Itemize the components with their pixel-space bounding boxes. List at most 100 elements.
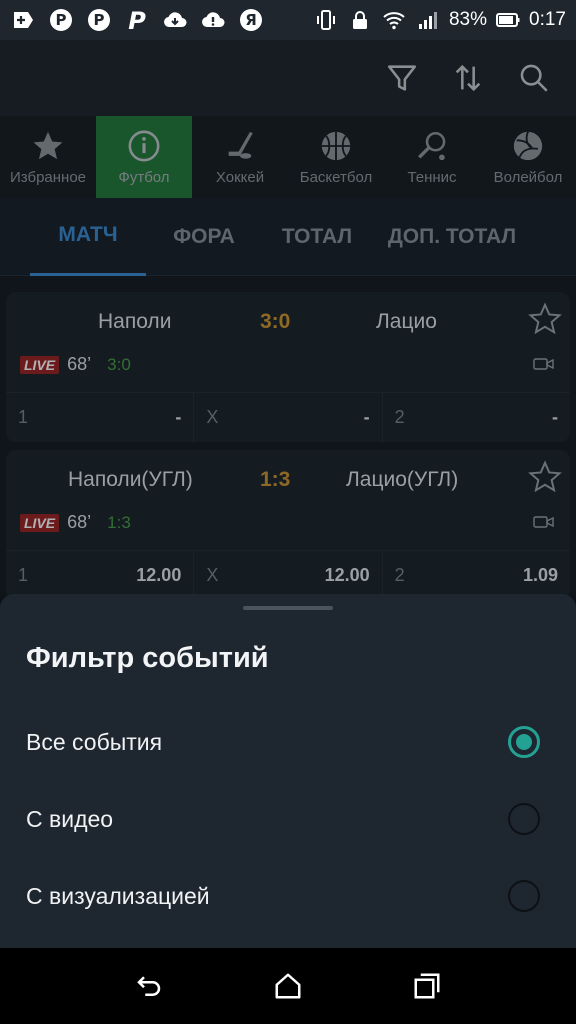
sport-tab-label: Баскетбол: [299, 168, 373, 186]
odd-value: -: [175, 407, 182, 427]
video-camera-icon[interactable]: [532, 510, 556, 534]
cloud-icon: [162, 7, 188, 33]
pinterest-icon: P: [48, 7, 74, 33]
radio-dot: [516, 734, 532, 750]
live-info: LIVE 68’ 1:3: [20, 512, 131, 533]
odd-away[interactable]: 2-: [383, 393, 570, 442]
odd-draw[interactable]: X 12.00: [194, 551, 383, 600]
odd-label: 2: [394, 565, 405, 585]
battery-percent: 83%: [448, 9, 488, 30]
system-icons: 83% 0:17: [313, 7, 566, 33]
odd-home[interactable]: 1-: [6, 393, 195, 442]
sports-tabs: Избранное Футбол Хоккей Баскетбол Теннис…: [0, 116, 576, 198]
recents-button[interactable]: [407, 966, 447, 1006]
home-button[interactable]: [268, 966, 308, 1006]
filter-button[interactable]: [382, 58, 422, 98]
search-icon: [520, 64, 548, 92]
filter-option-all[interactable]: Все события: [0, 704, 576, 780]
live-info: LIVE 68’ 3:0: [20, 354, 131, 375]
notification-icons: P P P Я: [10, 7, 264, 33]
wifi-icon: [381, 7, 407, 33]
odd-home[interactable]: 1 12.00: [6, 551, 195, 600]
system-nav-bar: [0, 948, 576, 1024]
match-minute: 68’: [67, 512, 92, 532]
tab-match[interactable]: МАТЧ: [30, 198, 146, 276]
sort-button[interactable]: [448, 58, 488, 98]
sport-tab-label: Хоккей: [215, 168, 265, 186]
sport-tab-football[interactable]: Футбол: [96, 116, 192, 198]
battery-icon: [495, 7, 521, 33]
home-team: Наполи(УГЛ): [68, 468, 193, 491]
sport-tab-tennis[interactable]: Теннис: [384, 116, 480, 198]
sport-tab-label: Избранное: [9, 168, 87, 186]
vibrate-icon: [313, 7, 339, 33]
video-camera-icon[interactable]: [532, 352, 556, 376]
radio-button[interactable]: [508, 880, 540, 912]
lock-icon: [347, 7, 373, 33]
odd-value: -: [363, 407, 370, 427]
svg-text:P: P: [128, 8, 146, 32]
status-bar: P P P Я 83% 0:17: [0, 0, 576, 40]
parking-icon: P: [124, 7, 150, 33]
home-team: Наполи: [98, 310, 172, 333]
cloud-alert-icon: [200, 7, 226, 33]
favorite-button[interactable]: [528, 460, 562, 494]
filter-option-visualization[interactable]: С визуализацией: [0, 858, 576, 934]
sport-tab-label: Волейбол: [493, 168, 563, 186]
signal-icon: [415, 7, 441, 33]
svg-text:P: P: [56, 11, 67, 29]
sheet-title: Фильтр событий: [26, 642, 269, 674]
tab-extra-total[interactable]: ДОП. ТОТАЛ: [372, 198, 532, 276]
radio-button-checked[interactable]: [508, 726, 540, 758]
tennis-icon: [418, 131, 446, 160]
sport-tab-basketball[interactable]: Баскетбол: [288, 116, 384, 198]
odds-row: 1 12.00 X 12.00 2 1.09: [6, 550, 570, 600]
match-score: 1:3: [260, 468, 291, 491]
option-label: С визуализацией: [26, 882, 210, 909]
yandex-icon: Я: [238, 7, 264, 33]
match-header: Наполи(УГЛ) 1:3 Лацио(УГЛ): [6, 450, 570, 510]
odd-away[interactable]: 2 1.09: [383, 551, 570, 600]
match-card[interactable]: Наполи(УГЛ) 1:3 Лацио(УГЛ) LIVE 68’ 1:3 …: [6, 450, 570, 600]
match-card[interactable]: Наполи 3:0 Лацио LIVE 68’ 3:0 1- X- 2-: [6, 292, 570, 442]
svg-text:Я: Я: [245, 11, 257, 29]
favorite-button[interactable]: [528, 302, 562, 336]
option-label: С видео: [26, 805, 114, 832]
odd-draw[interactable]: X-: [194, 393, 383, 442]
clock: 0:17: [529, 9, 566, 30]
sport-tab-volleyball[interactable]: Волейбол: [480, 116, 576, 198]
sport-tab-hockey[interactable]: Хоккей: [192, 116, 288, 198]
odds-row: 1- X- 2-: [6, 392, 570, 442]
sport-tab-label: Футбол: [118, 168, 170, 186]
sort-icon: [455, 64, 481, 92]
star-icon: [33, 131, 63, 159]
odd-value: 12.00: [136, 565, 182, 585]
search-button[interactable]: [514, 58, 554, 98]
odd-value: -: [551, 407, 558, 427]
svg-text:P: P: [94, 11, 105, 29]
sport-tab-favorites[interactable]: Избранное: [0, 116, 96, 198]
top-toolbar: [0, 40, 576, 116]
match-score: 3:0: [260, 310, 291, 333]
back-icon: [137, 976, 161, 996]
basketball-icon: [321, 131, 351, 160]
sheet-drag-handle[interactable]: [243, 606, 333, 610]
sport-tab-label: Теннис: [407, 168, 457, 186]
back-button[interactable]: [129, 966, 169, 1006]
market-tabs: МАТЧ ФОРА ТОТАЛ ДОП. ТОТАЛ: [0, 198, 576, 276]
add-icon: [10, 7, 36, 33]
pinterest-icon: P: [86, 7, 112, 33]
live-badge: LIVE: [20, 355, 60, 374]
odd-value: 1.09: [522, 565, 558, 585]
odd-label: X: [206, 565, 219, 585]
tab-total[interactable]: ТОТАЛ: [262, 198, 372, 276]
recents-icon: [414, 973, 440, 999]
star-outline-icon: [528, 460, 562, 493]
live-score: 3:0: [107, 354, 131, 374]
away-team: Лацио(УГЛ): [346, 468, 459, 491]
filter-option-video[interactable]: С видео: [0, 781, 576, 857]
tab-handicap[interactable]: ФОРА: [146, 198, 262, 276]
odd-label: X: [206, 407, 219, 427]
radio-button[interactable]: [508, 803, 540, 835]
live-score: 1:3: [107, 512, 131, 532]
